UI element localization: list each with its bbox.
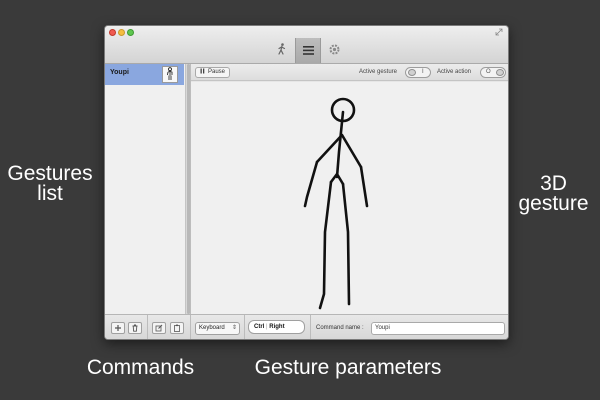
add-gesture-button[interactable] xyxy=(111,322,125,334)
delete-gesture-button[interactable] xyxy=(128,322,142,334)
toggle-mark: I xyxy=(422,69,424,75)
figure-left-leg xyxy=(318,180,333,310)
figure-right-leg xyxy=(341,182,351,306)
bottombar-divider xyxy=(310,315,311,339)
command-name-input[interactable]: Youpi xyxy=(371,322,505,335)
edit-command-button[interactable] xyxy=(152,322,166,334)
splitter-handle[interactable] xyxy=(187,64,190,314)
callout-3d-gesture-line1: 3D xyxy=(540,172,567,195)
minimize-window-button[interactable] xyxy=(118,29,125,36)
figure-hips xyxy=(329,172,345,186)
toolbar-list-button[interactable] xyxy=(295,38,321,63)
paste-command-button[interactable] xyxy=(170,322,184,334)
pause-icon xyxy=(200,68,205,78)
bottombar-divider xyxy=(244,315,245,339)
command-type-select[interactable]: Keyboard ⇕ xyxy=(195,322,240,335)
add-icon xyxy=(114,319,122,337)
paste-icon xyxy=(173,319,181,337)
title-bar xyxy=(105,26,508,64)
gear-icon xyxy=(329,42,340,60)
walking-figure-icon xyxy=(277,42,287,60)
toggle-knob xyxy=(496,69,504,76)
stick-figure-icon xyxy=(162,66,178,83)
active-gesture-label: Active gesture xyxy=(359,69,398,75)
gestures-sidebar: Youpi xyxy=(105,64,186,314)
command-type-value: Keyboard xyxy=(199,325,225,331)
sidebar-item-youpi[interactable]: Youpi xyxy=(105,64,184,85)
active-gesture-toggle[interactable]: I xyxy=(405,67,431,78)
close-window-button[interactable] xyxy=(109,29,116,36)
callout-3d-gesture-line2: gesture xyxy=(518,192,589,215)
select-arrows-icon: ⇕ xyxy=(231,325,237,331)
callout-gestures-list-line2: list xyxy=(37,182,63,205)
toolbar-gestures-button[interactable] xyxy=(269,38,295,63)
stick-figure-drawing xyxy=(303,97,369,310)
figure-left-arm xyxy=(303,160,319,208)
pause-button[interactable]: Pause xyxy=(195,67,231,78)
app-window: Youpi Pause Active gesture I Active acti… xyxy=(104,25,509,340)
callout-gestures-list: Gestures list xyxy=(0,162,100,205)
figure-right-arm xyxy=(359,165,369,208)
bottombar-divider xyxy=(190,315,191,339)
toggle-mark: O xyxy=(486,69,491,75)
shortcut-key-modifier: Ctrl xyxy=(254,324,265,330)
fullscreen-icon[interactable] xyxy=(495,28,503,36)
bottombar-divider xyxy=(147,315,148,339)
trash-icon xyxy=(131,319,139,337)
command-name-label: Command name : xyxy=(316,325,364,331)
list-icon xyxy=(302,42,314,60)
shortcut-keys-field[interactable]: Ctrl | Right xyxy=(248,320,305,334)
edit-icon xyxy=(155,319,163,337)
zoom-window-button[interactable] xyxy=(127,29,134,36)
toolbar-settings-button[interactable] xyxy=(321,38,347,63)
toggle-knob xyxy=(408,69,416,76)
active-action-label: Active action xyxy=(437,69,472,75)
active-action-toggle[interactable]: O xyxy=(480,67,506,78)
callout-gesture-parameters: Gesture parameters xyxy=(254,356,442,379)
gesture-control-bar: Pause Active gesture I Active action O xyxy=(191,64,508,81)
gesture-3d-canvas[interactable] xyxy=(191,82,508,314)
sidebar-item-label: Youpi xyxy=(110,69,129,76)
callout-gestures-list-line1: Gestures xyxy=(7,162,93,185)
pause-button-label: Pause xyxy=(208,69,226,75)
shortcut-key-main: Right xyxy=(269,324,285,330)
bottom-bar: Keyboard ⇕ Ctrl | Right Command name : Y… xyxy=(105,314,508,339)
callout-commands: Commands xyxy=(86,356,195,379)
callout-3d-gesture: 3D gesture xyxy=(511,172,596,215)
